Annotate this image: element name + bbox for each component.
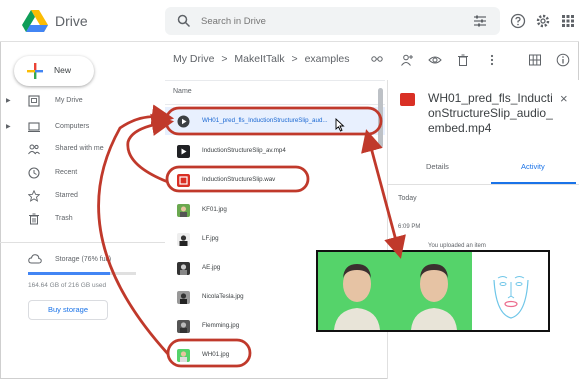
search-bar[interactable] bbox=[165, 7, 500, 35]
face-image bbox=[334, 264, 380, 330]
breadcrumb-separator: > bbox=[221, 53, 228, 65]
file-name: InductionStructureSlip.wav bbox=[202, 176, 276, 183]
file-row[interactable]: WH01.jpg bbox=[165, 341, 385, 369]
breadcrumb-item[interactable]: MakeItTalk bbox=[234, 53, 284, 65]
list-divider bbox=[165, 80, 385, 81]
computer-icon bbox=[28, 122, 40, 132]
settings-gear-icon[interactable] bbox=[535, 13, 551, 29]
buy-storage-button[interactable]: Buy storage bbox=[28, 300, 108, 320]
star-icon bbox=[28, 190, 40, 202]
my-drive-icon bbox=[28, 95, 40, 107]
panel-divider bbox=[388, 184, 579, 185]
breadcrumb-separator: > bbox=[291, 53, 298, 65]
audio-file-icon bbox=[177, 174, 190, 187]
image-thumbnail-icon bbox=[177, 233, 190, 246]
storage-used-text: 164.64 GB of 216 GB used bbox=[28, 282, 107, 289]
tab-activity[interactable]: Activity bbox=[521, 162, 545, 171]
list-divider bbox=[165, 104, 385, 105]
clock-icon bbox=[28, 167, 40, 179]
plus-icon bbox=[27, 63, 43, 79]
breadcrumb: My Drive > MakeItTalk > examples bbox=[173, 53, 354, 65]
help-icon[interactable] bbox=[510, 13, 526, 29]
file-row[interactable]: LF.jpg bbox=[165, 225, 385, 253]
more-options-icon[interactable] bbox=[485, 53, 499, 67]
video-frame bbox=[318, 252, 395, 330]
file-name: KF01.jpg bbox=[202, 206, 227, 213]
breadcrumb-item[interactable]: My Drive bbox=[173, 53, 214, 65]
sidebar-item-computers[interactable]: ▶ Computers bbox=[0, 118, 165, 138]
app-name: Drive bbox=[55, 13, 88, 29]
new-button[interactable]: New bbox=[14, 56, 94, 86]
preview-eye-icon[interactable] bbox=[428, 53, 442, 67]
sidebar-divider bbox=[0, 242, 165, 243]
file-name: Flemming.jpg bbox=[202, 322, 240, 329]
activity-time: 6:09 PM bbox=[398, 224, 421, 230]
file-name: WH01_pred_fls_InductionStructureSlip_aud… bbox=[202, 117, 328, 124]
expand-caret-icon[interactable]: ▶ bbox=[6, 97, 11, 104]
cloud-icon bbox=[28, 254, 42, 264]
file-row[interactable]: WH01_pred_fls_InductionStructureSlip_aud… bbox=[165, 107, 385, 135]
search-options-icon[interactable] bbox=[473, 14, 487, 28]
add-person-icon[interactable] bbox=[400, 53, 414, 67]
image-thumbnail-icon bbox=[177, 291, 190, 304]
sidebar-item-label: Recent bbox=[55, 169, 78, 176]
sidebar-item-trash[interactable]: Trash bbox=[0, 210, 165, 230]
storage-bar-fill bbox=[28, 272, 111, 275]
trash-icon[interactable] bbox=[456, 53, 470, 67]
tab-details[interactable]: Details bbox=[426, 162, 449, 171]
video-file-icon bbox=[177, 115, 190, 128]
grid-view-icon[interactable] bbox=[528, 53, 542, 67]
apps-grid-icon[interactable] bbox=[560, 13, 576, 29]
face-image bbox=[411, 264, 457, 330]
header: Drive bbox=[0, 0, 579, 42]
sidebar-item-my-drive[interactable]: ▶ My Drive bbox=[0, 92, 165, 112]
file-name: AE.jpg bbox=[202, 264, 221, 271]
scrollbar[interactable] bbox=[378, 88, 383, 148]
file-row[interactable]: InductionStructureSlip.wav bbox=[165, 166, 385, 194]
sidebar-item-recent[interactable]: Recent bbox=[0, 164, 165, 184]
file-name: NicolaTesla.jpg bbox=[202, 293, 244, 300]
close-icon[interactable]: × bbox=[560, 91, 568, 106]
file-name: LF.jpg bbox=[202, 235, 219, 242]
storage-bar bbox=[28, 272, 136, 275]
search-input[interactable] bbox=[201, 13, 441, 29]
details-panel: WH01_pred_fls_InductionStructureSlip_aud… bbox=[387, 80, 579, 379]
sidebar-item-shared[interactable]: Shared with me bbox=[0, 140, 165, 160]
video-preview-overlay bbox=[316, 250, 550, 332]
image-thumbnail-icon bbox=[177, 262, 190, 275]
facial-landmarks-image bbox=[493, 276, 529, 319]
image-thumbnail-icon bbox=[177, 320, 190, 333]
file-row[interactable]: InductionStructureSlip_av.mp4 bbox=[165, 137, 385, 165]
search-icon[interactable] bbox=[177, 14, 191, 28]
mouse-cursor-icon bbox=[335, 118, 345, 132]
sidebar-item-starred[interactable]: Starred bbox=[0, 187, 165, 207]
info-icon[interactable] bbox=[556, 53, 570, 67]
video-file-icon bbox=[400, 93, 415, 106]
activity-date: Today bbox=[398, 195, 417, 202]
sidebar-item-label: Trash bbox=[55, 215, 73, 222]
breadcrumb-item[interactable]: examples bbox=[305, 53, 350, 65]
shared-folder-icon[interactable] bbox=[370, 53, 384, 67]
video-file-icon bbox=[177, 145, 190, 158]
trash-icon bbox=[29, 213, 39, 225]
sidebar-item-label: Shared with me bbox=[55, 145, 104, 152]
file-row[interactable]: KF01.jpg bbox=[165, 196, 385, 224]
panel-title: WH01_pred_fls_InductionStructureSlip_aud… bbox=[428, 91, 553, 135]
image-thumbnail-icon bbox=[177, 204, 190, 217]
sidebar-item-label: Computers bbox=[55, 123, 90, 130]
image-thumbnail-icon bbox=[177, 349, 190, 362]
file-name: InductionStructureSlip_av.mp4 bbox=[202, 147, 286, 154]
shared-icon bbox=[28, 144, 40, 155]
drive-logo-icon[interactable] bbox=[22, 10, 48, 32]
sidebar-item-label: My Drive bbox=[55, 97, 83, 104]
video-frame bbox=[395, 252, 472, 330]
new-button-label: New bbox=[54, 65, 72, 75]
column-header-name[interactable]: Name bbox=[173, 88, 192, 95]
storage-label[interactable]: Storage (76% full) bbox=[55, 256, 111, 263]
activity-text: You uploaded an item bbox=[428, 243, 486, 249]
expand-caret-icon[interactable]: ▶ bbox=[6, 123, 11, 130]
sidebar-item-label: Starred bbox=[55, 192, 78, 199]
file-name: WH01.jpg bbox=[202, 351, 230, 358]
